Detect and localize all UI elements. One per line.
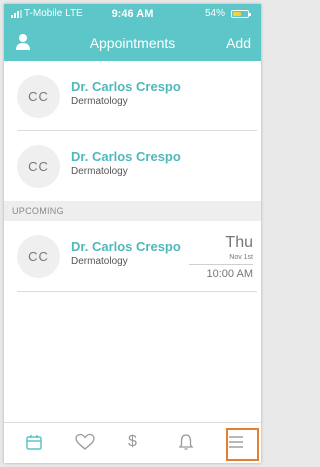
tab-notifications[interactable] — [164, 423, 208, 463]
heart-icon — [75, 433, 95, 450]
page-title: Appointments — [89, 35, 176, 51]
avatar: CC — [17, 145, 60, 188]
row-divider — [17, 291, 257, 292]
appointment-calendar-date: Nov 1st — [229, 254, 253, 261]
tab-billing[interactable]: $ — [112, 423, 259, 463]
tab-favorites[interactable] — [62, 423, 106, 463]
bell-icon — [178, 434, 194, 450]
battery-icon — [231, 10, 251, 18]
nav-row: Appointments Add — [4, 29, 261, 59]
specialty: Dermatology — [71, 256, 128, 267]
tab-bar: $ — [4, 422, 261, 463]
section-header-upcoming: UPCOMING — [4, 201, 261, 221]
doctor-name: Dr. Carlos Crespo — [71, 79, 181, 94]
date-divider — [189, 264, 253, 265]
appointment-row[interactable]: CC Dr. Carlos Crespo Dermatology — [4, 131, 261, 201]
appointment-row[interactable]: CC Dr. Carlos Crespo Dermatology — [4, 61, 261, 131]
dollar-icon: $ — [128, 433, 137, 450]
appointments-list: CC Dr. Carlos Crespo Dermatology CC Dr. … — [4, 61, 261, 292]
doctor-name: Dr. Carlos Crespo — [71, 149, 181, 164]
tab-menu[interactable] — [214, 423, 258, 463]
tab-calendar[interactable] — [12, 423, 56, 463]
app-screen: T-Mobile LTE 9:46 AM 54% Appointments Ad… — [4, 4, 261, 463]
appointment-date: Thu Nov 1st 10:00 AM — [189, 235, 253, 280]
menu-icon — [229, 436, 243, 448]
appointment-time: 10:00 AM — [206, 268, 253, 280]
avatar: CC — [17, 75, 60, 118]
calendar-icon — [26, 435, 42, 450]
add-button[interactable]: Add — [226, 35, 251, 51]
upcoming-appointment-row[interactable]: CC Dr. Carlos Crespo Dermatology Thu Nov… — [4, 221, 261, 292]
header-bar: T-Mobile LTE 9:46 AM 54% Appointments Ad… — [4, 4, 261, 61]
avatar: CC — [17, 235, 60, 278]
specialty: Dermatology — [71, 166, 128, 177]
status-bar: T-Mobile LTE 9:46 AM 54% — [4, 4, 261, 24]
battery-percent: 54% — [204, 8, 225, 19]
doctor-name: Dr. Carlos Crespo — [71, 239, 181, 254]
specialty: Dermatology — [71, 96, 128, 107]
appointment-day: Thu — [225, 234, 253, 251]
